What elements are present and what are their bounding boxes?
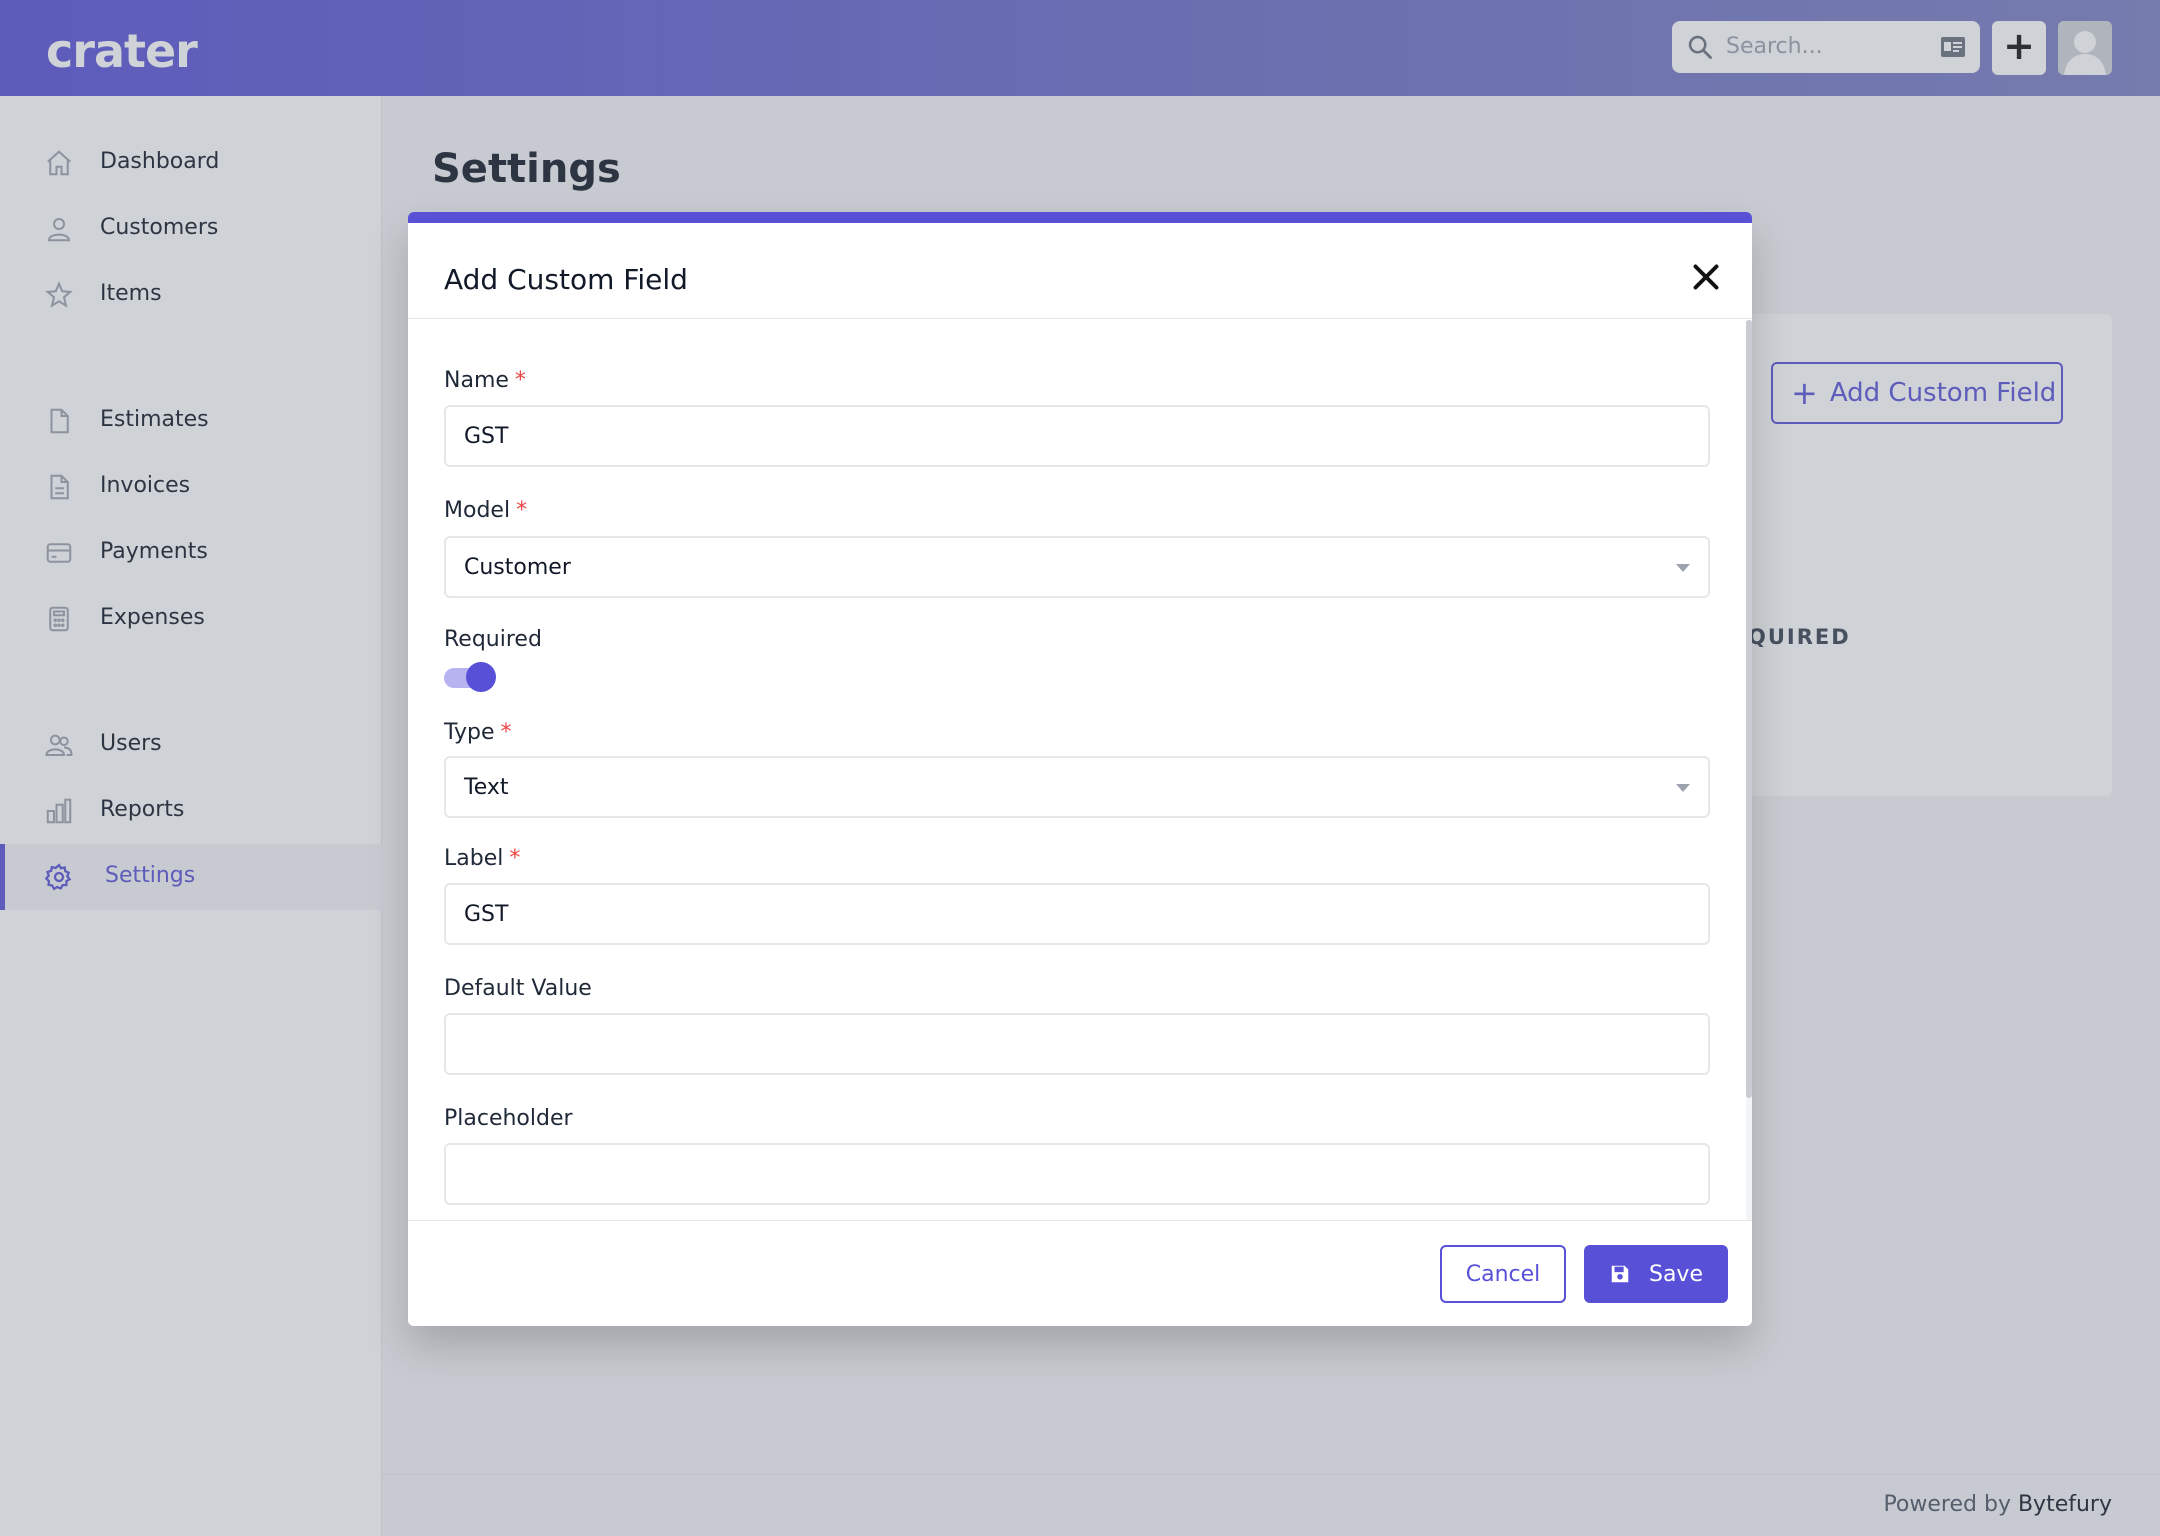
type-select-value: Text	[464, 774, 509, 800]
add-custom-field-modal: Add Custom Field Name * GST Model * Custom…	[408, 212, 1752, 1326]
save-button[interactable]: Save	[1584, 1245, 1728, 1303]
modal-accent-bar	[408, 212, 1752, 223]
cancel-button[interactable]: Cancel	[1440, 1245, 1566, 1303]
model-select-value: Customer	[464, 554, 571, 580]
model-label-text: Model	[444, 498, 511, 523]
name-input[interactable]: GST	[444, 405, 1710, 467]
save-disk-icon	[1611, 1265, 1629, 1283]
model-select[interactable]: Customer	[444, 536, 1710, 598]
default-value-label: Default Value	[444, 976, 592, 1001]
name-label-text: Name	[444, 368, 509, 393]
required-toggle[interactable]	[444, 662, 496, 692]
modal-title: Add Custom Field	[444, 263, 688, 296]
label-label-text: Label	[444, 846, 504, 871]
required-label: Required	[444, 627, 542, 652]
required-asterisk: *	[514, 368, 526, 393]
type-label-text: Type	[444, 720, 495, 745]
required-asterisk: *	[516, 498, 528, 523]
toggle-knob	[466, 662, 496, 692]
label-input[interactable]: GST	[444, 883, 1710, 945]
chevron-down-icon	[1676, 564, 1690, 572]
required-asterisk: *	[509, 846, 521, 871]
modal-footer: Cancel Save	[408, 1220, 1752, 1326]
save-button-label: Save	[1648, 1261, 1703, 1287]
model-label: Model *	[444, 498, 527, 523]
chevron-down-icon	[1676, 784, 1690, 792]
default-value-input[interactable]	[444, 1013, 1710, 1075]
modal-body: Name * GST Model * Customer Required Type *…	[408, 320, 1752, 1220]
placeholder-label: Placeholder	[444, 1106, 573, 1131]
name-label: Name *	[444, 368, 526, 393]
close-icon[interactable]	[1688, 259, 1724, 295]
label-label: Label *	[444, 846, 520, 871]
placeholder-input[interactable]	[444, 1143, 1710, 1205]
required-asterisk: *	[500, 720, 512, 745]
type-select[interactable]: Text	[444, 756, 1710, 818]
type-label: Type *	[444, 720, 512, 745]
scrollbar-thumb[interactable]	[1746, 320, 1752, 1098]
modal-header: Add Custom Field	[408, 223, 1752, 319]
